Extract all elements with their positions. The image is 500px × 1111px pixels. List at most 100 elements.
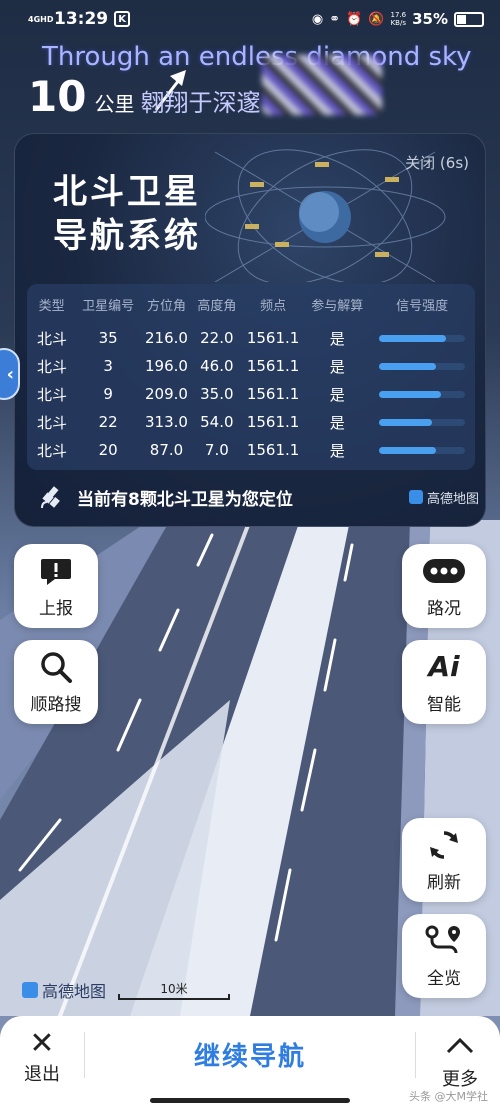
map-scale: 10米 [118, 980, 230, 1002]
home-indicator[interactable] [150, 1098, 350, 1103]
more-button[interactable]: 更多 [438, 1028, 482, 1091]
distance-unit: 公里 [94, 92, 135, 116]
cell-id: 35 [98, 329, 118, 347]
cell-signal [369, 380, 475, 408]
net-speed: 17.6 KB/s [390, 11, 407, 27]
signal-bar [379, 391, 466, 398]
k-app-icon: K [114, 11, 131, 27]
exit-button[interactable]: ✕ 退出 [20, 1028, 64, 1086]
cell-azimuth: 216.0 [145, 329, 188, 347]
chevron-up-icon [438, 1028, 482, 1065]
route-overview-icon [424, 924, 464, 958]
cell-elevation: 35.0 [200, 385, 234, 403]
headphones-icon: ⚭ [329, 11, 341, 27]
signal-bar [379, 419, 466, 426]
table-row: 北斗 9 209.0 35.0 1561.1 是 [27, 380, 475, 408]
cell-type: 北斗 [37, 385, 68, 404]
continue-navigation-button[interactable]: 继续导航 [100, 1036, 400, 1073]
cell-type: 北斗 [37, 413, 68, 432]
table-row: 北斗 22 313.0 54.0 1561.1 是 [27, 408, 475, 436]
signal-bar [379, 447, 466, 454]
cell-elevation: 22.0 [200, 329, 234, 347]
table-row: 北斗 3 196.0 46.0 1561.1 是 [27, 352, 475, 380]
card-brand-label: 高德地图 [426, 491, 479, 507]
report-button[interactable]: 上报 [14, 544, 98, 628]
signal-bar [379, 363, 466, 370]
cell-signal [369, 408, 475, 436]
col-frequency: 频点 [260, 298, 287, 314]
traffic-label: 路况 [427, 598, 461, 619]
traffic-icon [422, 554, 466, 588]
satellite-icon [41, 486, 60, 509]
cell-frequency: 1561.1 [246, 357, 300, 375]
refresh-label: 刷新 [427, 872, 461, 893]
cell-id: 20 [98, 441, 118, 459]
nav-instruction: 10 公里 翱翔于深邃 [28, 72, 260, 121]
satellite-count-message: 当前有8颗北斗卫星为您定位 [77, 489, 293, 510]
watermark: 头条 @大M学社 [409, 1090, 488, 1103]
table-row: 北斗 20 87.0 7.0 1561.1 是 [27, 436, 475, 464]
satellite-table: 类型 卫星编号 方位角 高度角 频点 参与解算 信号强度 北斗 35 216.0… [27, 284, 475, 470]
ai-icon: Ai [428, 650, 460, 683]
status-bar: 4GHD 13:29 K ◉ ⚭ ⏰ 🔕 17.6 KB/s 35% [0, 0, 500, 38]
col-elevation: 高度角 [197, 298, 237, 314]
cell-frequency: 1561.1 [246, 413, 300, 431]
beidou-satellite-card: 关闭 (6s) 北斗卫星 导航系统 类型 卫星编号 方位角 高度角 频点 参与解… [14, 133, 486, 527]
ai-label: 智能 [427, 694, 461, 715]
cell-id: 9 [103, 385, 113, 403]
card-brand: 高德地图 [408, 488, 479, 507]
cell-id: 3 [103, 357, 113, 375]
table-header-row: 类型 卫星编号 方位角 高度角 频点 参与解算 信号强度 [27, 284, 475, 324]
close-icon: ✕ [29, 1026, 55, 1061]
location-icon: ◉ [311, 11, 324, 27]
cell-azimuth: 313.0 [145, 413, 188, 431]
card-footer: 当前有8颗北斗卫星为您定位 高德地图 [39, 484, 479, 510]
battery-icon [454, 11, 484, 27]
cell-signal [369, 352, 475, 380]
refresh-button[interactable]: 刷新 [402, 818, 486, 902]
refresh-icon [427, 828, 461, 862]
report-label: 上报 [39, 598, 73, 619]
cell-frequency: 1561.1 [246, 329, 300, 347]
cell-azimuth: 87.0 [149, 441, 184, 459]
search-along-button[interactable]: 顺路搜 [14, 640, 98, 724]
cell-type: 北斗 [37, 329, 68, 348]
chevron-left-icon: ‹ [6, 363, 14, 385]
cell-elevation: 46.0 [200, 357, 234, 375]
col-azimuth: 方位角 [146, 298, 186, 314]
traffic-button[interactable]: 路况 [402, 544, 486, 628]
card-title: 北斗卫星 导航系统 [53, 170, 201, 258]
overview-label: 全览 [427, 968, 461, 989]
cell-used: 是 [329, 413, 345, 432]
cell-used: 是 [329, 357, 345, 376]
col-id: 卫星编号 [82, 298, 135, 314]
col-used: 参与解算 [311, 298, 364, 314]
scale-bar [118, 994, 230, 1000]
lyric-overlay: Through an endless diamond sky [42, 42, 472, 72]
cell-type: 北斗 [37, 357, 68, 376]
mute-icon: 🔕 [368, 11, 385, 27]
divider [84, 1032, 85, 1078]
card-title-line1: 北斗卫星 [53, 172, 201, 212]
next-road: 翱翔于深邃 [140, 89, 261, 117]
cell-id: 22 [98, 413, 118, 431]
cell-signal [369, 324, 475, 352]
close-card-button[interactable]: 关闭 (6s) [405, 152, 469, 173]
search-icon [39, 650, 73, 684]
signal-bar [379, 335, 466, 342]
alarm-icon: ⏰ [346, 11, 363, 27]
search-along-label: 顺路搜 [30, 694, 82, 715]
cell-elevation: 54.0 [200, 413, 234, 431]
ai-button[interactable]: Ai 智能 [402, 640, 486, 724]
cell-frequency: 1561.1 [246, 385, 300, 403]
clock: 13:29 [54, 9, 109, 29]
cell-used: 是 [329, 329, 345, 348]
cell-frequency: 1561.1 [246, 441, 300, 459]
amap-logo-icon [22, 982, 38, 998]
card-title-line2: 导航系统 [53, 216, 201, 256]
cell-type: 北斗 [37, 441, 68, 460]
overview-button[interactable]: 全览 [402, 914, 486, 998]
collapse-handle[interactable]: ‹ [0, 348, 20, 400]
map-brand-label: 高德地图 [42, 982, 107, 1001]
remaining-distance: 10 [28, 72, 87, 121]
